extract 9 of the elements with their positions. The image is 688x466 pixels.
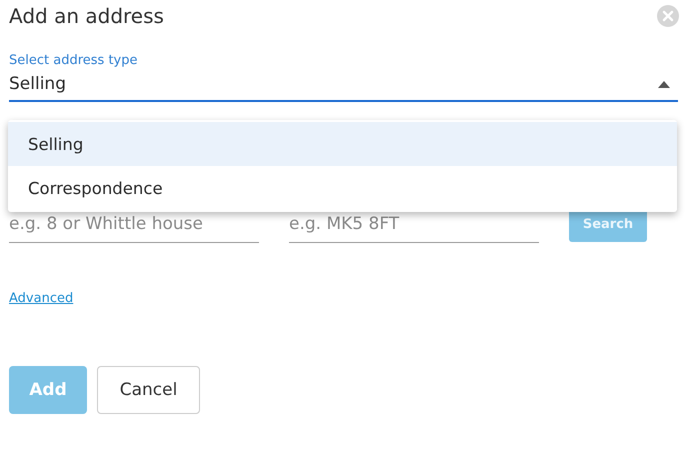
menu-option[interactable]: Correspondence [8,166,677,210]
close-icon[interactable] [656,4,680,28]
field-label: Select address type [9,53,138,68]
menu-option[interactable]: Selling [8,122,677,166]
advanced-link[interactable]: Advanced [9,291,74,306]
caret-icon [658,80,670,88]
address-type-select[interactable]: Selling [9,68,678,102]
cancel-button[interactable]: Cancel [97,366,200,414]
dialog-title: Add an address [9,4,164,28]
